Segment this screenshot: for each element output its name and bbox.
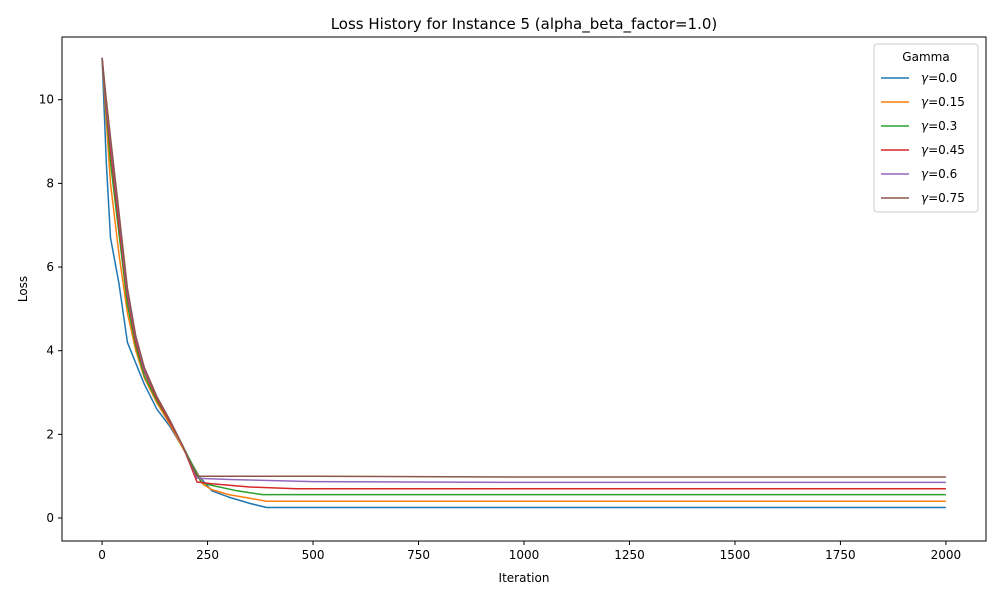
x-axis: 0 250 500 750 1000 1250 1500 1750 2000 [98, 541, 961, 562]
x-tick-label-7: 1750 [825, 548, 856, 562]
series-line-1 [101, 57, 946, 503]
y-tick-label-5: 10 [39, 93, 54, 107]
x-axis-label: Iteration [499, 571, 550, 585]
series-line-3 [101, 57, 946, 490]
y-tick-label-1: 2 [46, 427, 54, 441]
y-tick-label-4: 8 [46, 176, 54, 190]
x-tick-label-2: 500 [302, 548, 325, 562]
legend-gamma-value: =0.15 [928, 95, 965, 109]
legend-title: Gamma [902, 50, 949, 64]
y-axis-label: Loss [16, 276, 30, 302]
x-tick-label-8: 2000 [931, 548, 962, 562]
legend-label-5: γ=0.75 [921, 191, 965, 205]
series-line-0 [101, 57, 946, 509]
legend-gamma-value: =0.6 [928, 167, 957, 181]
legend-gamma-value: =0.0 [928, 71, 957, 85]
chart-title: Loss History for Instance 5 (alpha_beta_… [331, 15, 718, 34]
legend-label-3: γ=0.45 [921, 143, 965, 157]
x-tick-label-5: 1250 [614, 548, 645, 562]
series-line-5 [101, 57, 946, 478]
y-tick-label-3: 6 [46, 260, 54, 274]
plot-area [101, 57, 946, 509]
legend: Gamma γ=0.0 γ=0.15 γ=0.3 γ=0.45 γ=0.6 γ=0.75 [873, 43, 979, 213]
y-tick-label-2: 4 [46, 344, 54, 358]
chart: Loss History for Instance 5 (alpha_beta_… [16, 15, 987, 585]
legend-label-1: γ=0.15 [921, 95, 965, 109]
plot-frame [61, 36, 987, 542]
legend-gamma-value: =0.3 [928, 119, 957, 133]
series-line-4 [101, 57, 946, 484]
legend-label-0: γ=0.0 [921, 71, 957, 85]
x-tick-label-1: 250 [196, 548, 219, 562]
series-line-2 [101, 57, 946, 496]
x-tick-label-6: 1500 [720, 548, 751, 562]
legend-label-4: γ=0.6 [921, 167, 957, 181]
legend-gamma-value: =0.75 [928, 191, 965, 205]
x-tick-label-4: 1000 [509, 548, 540, 562]
legend-label-2: γ=0.3 [921, 119, 957, 133]
legend-gamma-value: =0.45 [928, 143, 965, 157]
x-tick-label-3: 750 [407, 548, 430, 562]
y-axis: 0 2 4 6 8 10 [39, 93, 62, 525]
x-tick-label-0: 0 [98, 548, 106, 562]
y-tick-label-0: 0 [46, 511, 54, 525]
